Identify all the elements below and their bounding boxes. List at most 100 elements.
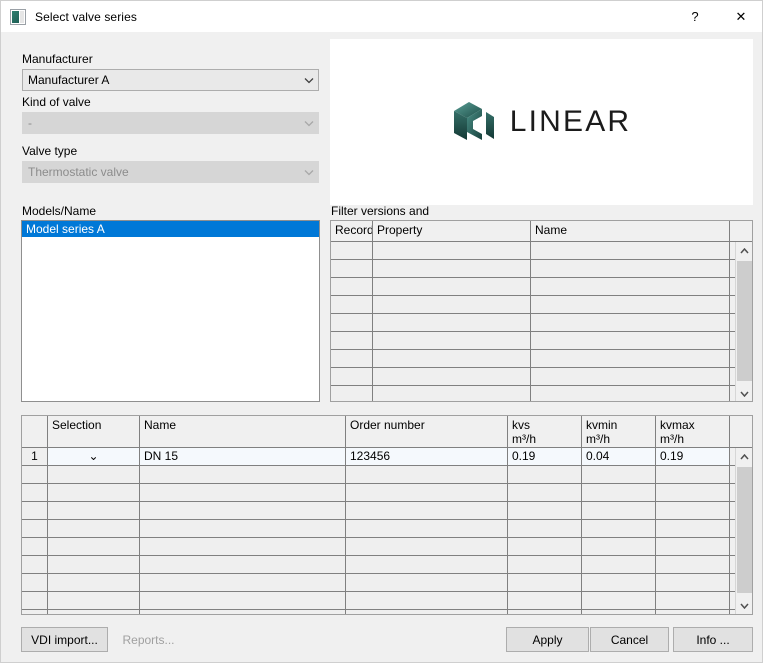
table-cell[interactable] bbox=[531, 314, 730, 332]
data-grid-scrollbar[interactable] bbox=[735, 448, 752, 614]
table-row[interactable] bbox=[331, 332, 752, 350]
order-number-cell[interactable] bbox=[346, 556, 508, 574]
table-cell[interactable] bbox=[331, 368, 373, 386]
table-row[interactable] bbox=[331, 260, 752, 278]
manufacturer-combobox[interactable]: Manufacturer A bbox=[22, 69, 319, 91]
name-cell[interactable] bbox=[140, 502, 346, 520]
kvmax-cell[interactable] bbox=[656, 484, 730, 502]
valve-type-combobox[interactable]: Thermostatic valve bbox=[22, 161, 319, 183]
selection-cell[interactable]: ⌄ bbox=[48, 448, 140, 466]
column-header-record[interactable]: Record bbox=[331, 221, 373, 241]
scroll-up-icon[interactable] bbox=[736, 242, 752, 259]
table-cell[interactable] bbox=[373, 296, 531, 314]
table-row[interactable] bbox=[22, 592, 752, 610]
kvmin-cell[interactable] bbox=[582, 538, 656, 556]
row-number-cell[interactable] bbox=[22, 484, 48, 502]
table-cell[interactable] bbox=[373, 332, 531, 350]
kvmax-cell[interactable] bbox=[656, 574, 730, 592]
kvs-cell[interactable] bbox=[508, 610, 582, 614]
table-cell[interactable] bbox=[531, 332, 730, 350]
list-item[interactable]: Model series A bbox=[22, 221, 319, 237]
column-header-name[interactable]: Name bbox=[140, 416, 346, 447]
scroll-up-icon[interactable] bbox=[736, 448, 752, 465]
models-listbox[interactable]: Model series A bbox=[21, 220, 320, 402]
scrollbar-thumb[interactable] bbox=[737, 261, 752, 381]
table-cell[interactable] bbox=[331, 278, 373, 296]
close-button[interactable]: ✕ bbox=[718, 1, 762, 32]
table-cell[interactable] bbox=[373, 278, 531, 296]
selection-cell[interactable] bbox=[48, 592, 140, 610]
scrollbar-thumb[interactable] bbox=[737, 467, 752, 593]
row-number-cell[interactable] bbox=[22, 520, 48, 538]
table-cell[interactable] bbox=[331, 296, 373, 314]
scroll-down-icon[interactable] bbox=[737, 597, 752, 614]
kvmin-cell[interactable] bbox=[582, 574, 656, 592]
vdi-import-button[interactable]: VDI import... bbox=[21, 627, 108, 652]
kvmin-cell[interactable] bbox=[582, 484, 656, 502]
table-row[interactable] bbox=[22, 574, 752, 592]
kvmax-cell[interactable] bbox=[656, 538, 730, 556]
table-row[interactable] bbox=[331, 368, 752, 386]
kvs-cell[interactable]: 0.19 bbox=[508, 448, 582, 466]
table-cell[interactable] bbox=[331, 332, 373, 350]
selection-cell[interactable] bbox=[48, 502, 140, 520]
column-header-kvs[interactable]: kvs m³/h bbox=[508, 416, 582, 447]
apply-button[interactable]: Apply bbox=[506, 627, 589, 652]
table-cell[interactable] bbox=[531, 296, 730, 314]
kvmax-cell[interactable]: 0.19 bbox=[656, 448, 730, 466]
row-number-cell[interactable] bbox=[22, 502, 48, 520]
table-cell[interactable] bbox=[531, 242, 730, 260]
cancel-button[interactable]: Cancel bbox=[590, 627, 669, 652]
kvmax-cell[interactable] bbox=[656, 592, 730, 610]
table-cell[interactable] bbox=[331, 260, 373, 278]
selection-cell[interactable] bbox=[48, 556, 140, 574]
selection-cell[interactable] bbox=[48, 610, 140, 614]
order-number-cell[interactable] bbox=[346, 466, 508, 484]
valve-data-grid[interactable]: Selection Name Order number kvs m³/h kvm… bbox=[21, 415, 753, 615]
name-cell[interactable] bbox=[140, 466, 346, 484]
filter-versions-grid[interactable]: Record Property Name bbox=[330, 220, 753, 402]
table-row[interactable] bbox=[331, 296, 752, 314]
kvmin-cell[interactable] bbox=[582, 466, 656, 484]
table-cell[interactable] bbox=[531, 260, 730, 278]
order-number-cell[interactable] bbox=[346, 574, 508, 592]
table-row[interactable] bbox=[22, 538, 752, 556]
table-cell[interactable] bbox=[331, 386, 373, 401]
row-number-cell[interactable] bbox=[22, 466, 48, 484]
column-header-property[interactable]: Property bbox=[373, 221, 531, 241]
filter-grid-scrollbar[interactable] bbox=[735, 242, 752, 401]
table-row[interactable]: 1 ⌄ DN 15 123456 0.19 0.04 0.19 bbox=[22, 448, 752, 466]
order-number-cell[interactable] bbox=[346, 484, 508, 502]
table-cell[interactable] bbox=[531, 368, 730, 386]
kvmin-cell[interactable]: 0.04 bbox=[582, 448, 656, 466]
kvmin-cell[interactable] bbox=[582, 592, 656, 610]
order-number-cell[interactable] bbox=[346, 610, 508, 614]
kvmax-cell[interactable] bbox=[656, 520, 730, 538]
table-row[interactable] bbox=[331, 242, 752, 260]
table-row[interactable] bbox=[331, 314, 752, 332]
kvs-cell[interactable] bbox=[508, 538, 582, 556]
table-row[interactable] bbox=[22, 466, 752, 484]
kvmax-cell[interactable] bbox=[656, 556, 730, 574]
table-cell[interactable] bbox=[373, 386, 531, 401]
table-cell[interactable] bbox=[373, 350, 531, 368]
order-number-cell[interactable] bbox=[346, 502, 508, 520]
table-cell[interactable] bbox=[373, 314, 531, 332]
table-cell[interactable] bbox=[373, 368, 531, 386]
row-number-cell[interactable] bbox=[22, 610, 48, 614]
help-button[interactable]: ? bbox=[672, 1, 718, 32]
name-cell[interactable] bbox=[140, 556, 346, 574]
name-cell[interactable] bbox=[140, 520, 346, 538]
kvmax-cell[interactable] bbox=[656, 502, 730, 520]
column-header-selection[interactable]: Selection bbox=[48, 416, 140, 447]
selection-cell[interactable] bbox=[48, 484, 140, 502]
name-cell[interactable] bbox=[140, 610, 346, 614]
table-cell[interactable] bbox=[331, 242, 373, 260]
selection-cell[interactable] bbox=[48, 520, 140, 538]
kvmax-cell[interactable] bbox=[656, 466, 730, 484]
table-row[interactable] bbox=[22, 556, 752, 574]
column-header-kvmin[interactable]: kvmin m³/h bbox=[582, 416, 656, 447]
table-row[interactable] bbox=[22, 484, 752, 502]
kvs-cell[interactable] bbox=[508, 520, 582, 538]
name-cell[interactable] bbox=[140, 592, 346, 610]
